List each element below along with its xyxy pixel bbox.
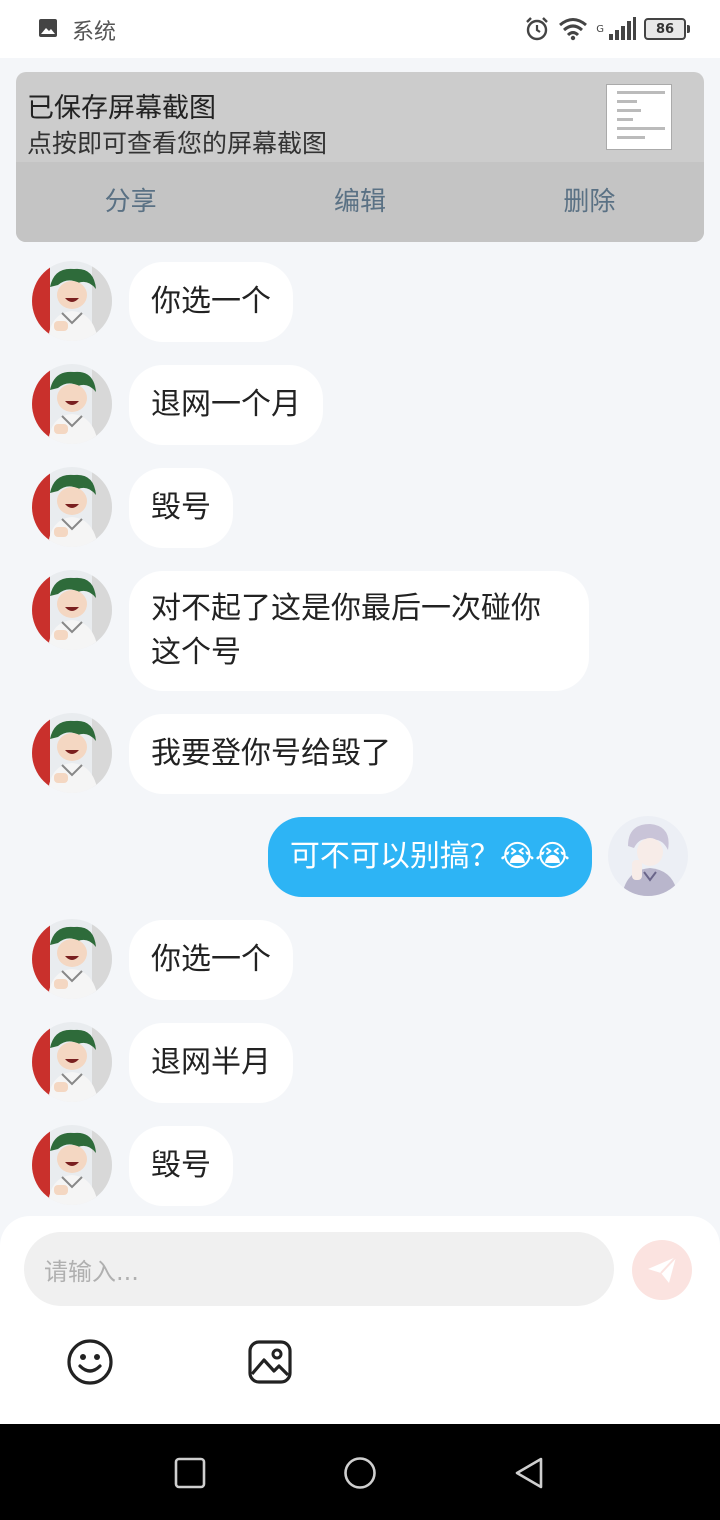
send-button[interactable] (632, 1240, 692, 1300)
contact-avatar[interactable] (32, 570, 112, 650)
signal-icon (609, 17, 636, 40)
battery-icon: 86 (644, 18, 690, 40)
message-bubble[interactable]: 退网半月 (129, 1023, 293, 1103)
edit-button[interactable]: 编辑 (245, 162, 474, 242)
input-placeholder: 请输入... (44, 1258, 139, 1286)
emoji-icon[interactable] (66, 1338, 114, 1386)
notification-body[interactable]: 已保存屏幕截图 点按即可查看您的屏幕截图 (16, 72, 704, 162)
chat-message-received: 退网一个月 (0, 365, 720, 447)
chat-message-received: 你选一个 (0, 920, 720, 1002)
message-bubble[interactable]: 你选一个 (129, 920, 293, 1000)
composer: 请输入... (0, 1216, 720, 1424)
my-avatar[interactable] (608, 816, 688, 896)
delete-button[interactable]: 删除 (475, 162, 704, 242)
contact-avatar[interactable] (32, 713, 112, 793)
image-icon (39, 19, 57, 37)
contact-avatar[interactable] (32, 1125, 112, 1205)
message-bubble[interactable]: 我要登你号给毁了 (129, 714, 413, 794)
status-bar: 系统 G 86 (0, 0, 720, 58)
notification-source-label: 系统 (72, 20, 117, 45)
contact-avatar[interactable] (32, 919, 112, 999)
message-bubble[interactable]: 你选一个 (129, 262, 293, 342)
image-picker-icon[interactable] (246, 1338, 294, 1386)
contact-avatar[interactable] (32, 261, 112, 341)
back-icon[interactable] (512, 1456, 546, 1490)
battery-level: 86 (644, 18, 686, 40)
send-icon (648, 1256, 677, 1283)
chat-message-received: 毁号 (0, 1126, 720, 1208)
recents-icon[interactable] (173, 1456, 207, 1490)
chat-message-received: 毁号 (0, 468, 720, 550)
network-type-label: G (596, 23, 604, 35)
message-input[interactable]: 请输入... (24, 1232, 614, 1306)
chat-message-received: 我要登你号给毁了 (0, 714, 720, 796)
contact-avatar[interactable] (32, 1022, 112, 1102)
chat-message-received: 你选一个 (0, 262, 720, 344)
share-button[interactable]: 分享 (16, 162, 245, 242)
message-bubble[interactable]: 对不起了这是你最后一次碰你 这个号 (129, 571, 589, 691)
notification-actions: 分享 编辑 删除 (16, 162, 704, 242)
alarm-icon (526, 17, 549, 41)
notification-title: 已保存屏幕截图 (27, 93, 216, 124)
chat-message-received: 对不起了这是你最后一次碰你 这个号 (0, 570, 720, 691)
message-bubble[interactable]: 毁号 (129, 1126, 233, 1206)
screenshot-thumbnail[interactable] (606, 84, 672, 150)
contact-avatar[interactable] (32, 364, 112, 444)
screenshot-notification[interactable]: 已保存屏幕截图 点按即可查看您的屏幕截图 分享 编辑 删除 (16, 72, 704, 242)
system-nav-bar (0, 1424, 720, 1520)
notification-subtitle: 点按即可查看您的屏幕截图 (27, 129, 328, 158)
chat-message-sent: 可不可以别搞？😭😭 (0, 817, 720, 899)
chat-message-received: 退网半月 (0, 1023, 720, 1105)
home-icon[interactable] (343, 1456, 377, 1490)
message-bubble[interactable]: 可不可以别搞？😭😭 (267, 817, 592, 897)
contact-avatar[interactable] (32, 467, 112, 547)
message-bubble[interactable]: 毁号 (129, 468, 233, 548)
message-bubble[interactable]: 退网一个月 (129, 365, 323, 445)
wifi-icon (559, 18, 588, 41)
